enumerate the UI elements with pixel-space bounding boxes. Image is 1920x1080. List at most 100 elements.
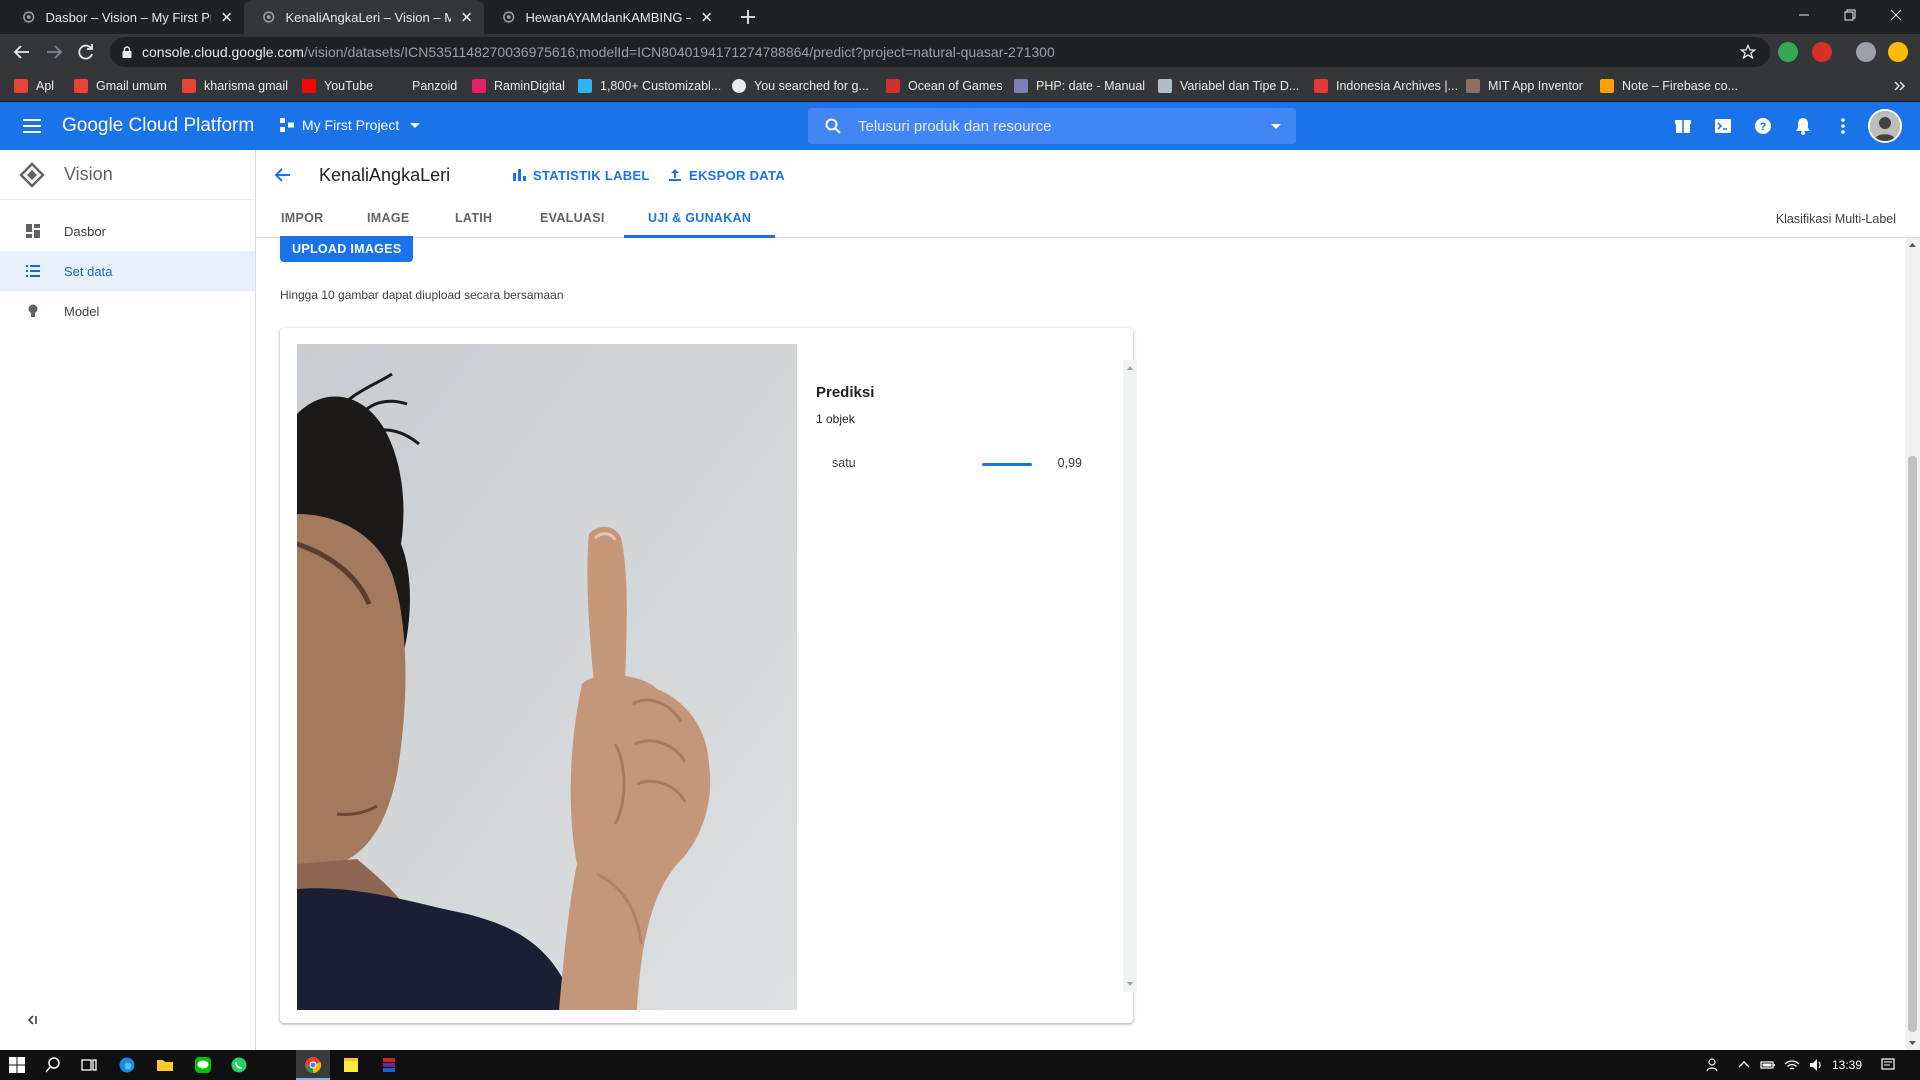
collapse-sidebar-icon[interactable]	[24, 1012, 40, 1028]
scroll-up-arrow-icon[interactable]	[1908, 241, 1917, 249]
indonesia-archives-icon	[1314, 79, 1328, 93]
bookmark-label: Gmail umum	[96, 79, 167, 93]
bookmark-item[interactable]: 1,800+ Customizabl...	[578, 70, 721, 102]
search-input[interactable]	[858, 117, 1238, 135]
edge-browser-icon[interactable]	[118, 1056, 136, 1074]
bookmark-label: You searched for g...	[754, 79, 869, 93]
bookmark-item[interactable]: Ocean of Games	[886, 70, 1003, 102]
label-stats-button[interactable]: STATISTIK LABEL	[511, 167, 650, 183]
tab-title: HewanAYAMdanKAMBING – Vision – My First …	[525, 9, 690, 25]
export-data-button[interactable]: EKSPOR DATA	[667, 167, 785, 183]
more-bookmarks-chevron-icon[interactable]	[1892, 79, 1906, 93]
address-bar[interactable]: console.cloud.google.com/vision/datasets…	[110, 37, 1770, 67]
whatsapp-icon[interactable]	[230, 1056, 248, 1074]
help-icon[interactable]: ?	[1752, 115, 1774, 137]
page-scrollbar[interactable]	[1905, 238, 1920, 1050]
bookmark-item[interactable]: Indonesia Archives |...	[1314, 70, 1458, 102]
windows-start-icon[interactable]	[8, 1056, 26, 1074]
url-path: /vision/datasets/ICN5351148270036975616;…	[303, 44, 1055, 60]
sidebar-item-set-data[interactable]: Set data	[0, 251, 255, 291]
winrar-icon[interactable]	[380, 1056, 398, 1074]
user-avatar-icon	[1870, 111, 1900, 141]
photo-person-pointing-one-finger	[297, 344, 797, 1010]
volume-icon[interactable]	[1808, 1057, 1824, 1073]
back-arrow-icon[interactable]	[12, 42, 32, 62]
close-tab-icon[interactable]	[699, 9, 714, 25]
prediction-scrollbar[interactable]	[1123, 360, 1137, 992]
line-app-icon[interactable]	[194, 1056, 212, 1074]
more-vertical-icon[interactable]	[1832, 115, 1854, 137]
close-tab-icon[interactable]	[219, 9, 234, 25]
bookmark-item[interactable]: Variabel dan Tipe D...	[1158, 70, 1299, 102]
extension-icon[interactable]	[1778, 42, 1798, 62]
search-icon[interactable]	[44, 1056, 62, 1074]
gcp-brand-title[interactable]: Google Cloud Platform	[62, 115, 254, 137]
gcp-search-bar[interactable]	[808, 108, 1296, 144]
bookmark-item[interactable]: You searched for g...	[732, 70, 869, 102]
bookmark-item[interactable]: PHP: date - Manual	[1014, 70, 1145, 102]
scroll-up-arrow-icon[interactable]	[1126, 364, 1134, 372]
tab-evaluasi[interactable]: EVALUASI	[516, 200, 629, 238]
bookmark-item[interactable]: kharisma gmail	[182, 70, 288, 102]
wifi-icon[interactable]	[1784, 1057, 1800, 1073]
minimize-button[interactable]	[1782, 0, 1826, 30]
browser-tab[interactable]: Dasbor – Vision – My First Project	[4, 0, 244, 34]
people-icon[interactable]	[1706, 1057, 1722, 1073]
task-view-icon[interactable]	[80, 1056, 98, 1074]
bookmark-star-icon[interactable]	[1740, 44, 1756, 60]
gcp-favicon-icon	[503, 11, 515, 23]
account-avatar[interactable]	[1868, 109, 1902, 143]
sidebar-item-model[interactable]: Model	[0, 291, 255, 331]
url-host: console.cloud.google.com	[142, 44, 304, 60]
bookmark-item[interactable]: Panzoid	[390, 70, 457, 102]
clock-time[interactable]: 13:39	[1832, 1058, 1862, 1072]
cloud-shell-terminal-icon[interactable]	[1712, 115, 1734, 137]
page-header: KenaliAngkaLeri STATISTIK LABEL EKSPOR D…	[257, 150, 1920, 200]
chrome-icon[interactable]	[304, 1056, 322, 1074]
file-explorer-icon[interactable]	[156, 1056, 174, 1074]
apps-grid-icon	[14, 79, 28, 93]
bookmark-item[interactable]: Apl	[14, 70, 54, 102]
notifications-center-icon[interactable]	[1880, 1057, 1896, 1073]
bar-chart-icon	[513, 169, 526, 181]
tab-uji-gunakan[interactable]: UJI & GUNAKAN	[624, 200, 776, 238]
adblock-extension-icon[interactable]	[1812, 42, 1832, 62]
scroll-down-arrow-icon[interactable]	[1126, 980, 1134, 988]
chevron-down-icon[interactable]	[1266, 116, 1286, 136]
upload-images-button[interactable]: UPLOAD IMAGES	[280, 236, 414, 262]
tab-image[interactable]: IMAGE	[343, 200, 433, 238]
sidebar-item-dasbor[interactable]: Dasbor	[0, 211, 255, 251]
browser-tab-active[interactable]: KenaliAngkaLeri – Vision – My First Proj…	[244, 0, 484, 34]
confidence-bar-fill	[982, 463, 1032, 466]
new-tab-plus-icon[interactable]	[738, 7, 758, 27]
chevron-up-icon[interactable]	[1736, 1057, 1752, 1073]
forward-arrow-icon[interactable]	[44, 42, 64, 62]
menu-hamburger-icon[interactable]	[20, 114, 44, 138]
bookmark-label: Variabel dan Tipe D...	[1180, 79, 1300, 93]
tab-impor[interactable]: IMPOR	[257, 200, 347, 238]
bookmark-item[interactable]: MIT App Inventor	[1466, 70, 1583, 102]
reload-icon[interactable]	[76, 42, 96, 62]
restore-button[interactable]	[1828, 0, 1872, 30]
close-tab-icon[interactable]	[459, 9, 474, 25]
profile-avatar-icon[interactable]	[1856, 42, 1876, 62]
scrollbar-thumb[interactable]	[1908, 456, 1917, 1032]
close-window-button[interactable]	[1874, 0, 1918, 30]
extension-emoji-icon[interactable]	[1888, 42, 1908, 62]
gcp-favicon-icon	[263, 11, 275, 23]
bookmark-item[interactable]: YouTube	[302, 70, 373, 102]
tab-latih[interactable]: LATIH	[431, 200, 516, 238]
browser-tab[interactable]: HewanAYAMdanKAMBING – Vision – My First …	[484, 0, 724, 34]
gift-icon[interactable]	[1672, 115, 1694, 137]
bookmark-item[interactable]: Note – Firebase co...	[1600, 70, 1738, 102]
bookmark-label: PHP: date - Manual	[1036, 79, 1146, 93]
sticky-notes-icon[interactable]	[342, 1056, 360, 1074]
bookmark-item[interactable]: RaminDigital	[472, 70, 565, 102]
project-selector[interactable]: My First Project	[278, 116, 423, 134]
battery-icon[interactable]	[1760, 1057, 1776, 1073]
bookmark-item[interactable]: Gmail umum	[74, 70, 167, 102]
back-arrow-icon[interactable]	[273, 165, 293, 185]
restore-icon	[1844, 9, 1856, 21]
notifications-bell-icon[interactable]	[1792, 115, 1814, 137]
scroll-down-arrow-icon[interactable]	[1908, 1039, 1917, 1047]
